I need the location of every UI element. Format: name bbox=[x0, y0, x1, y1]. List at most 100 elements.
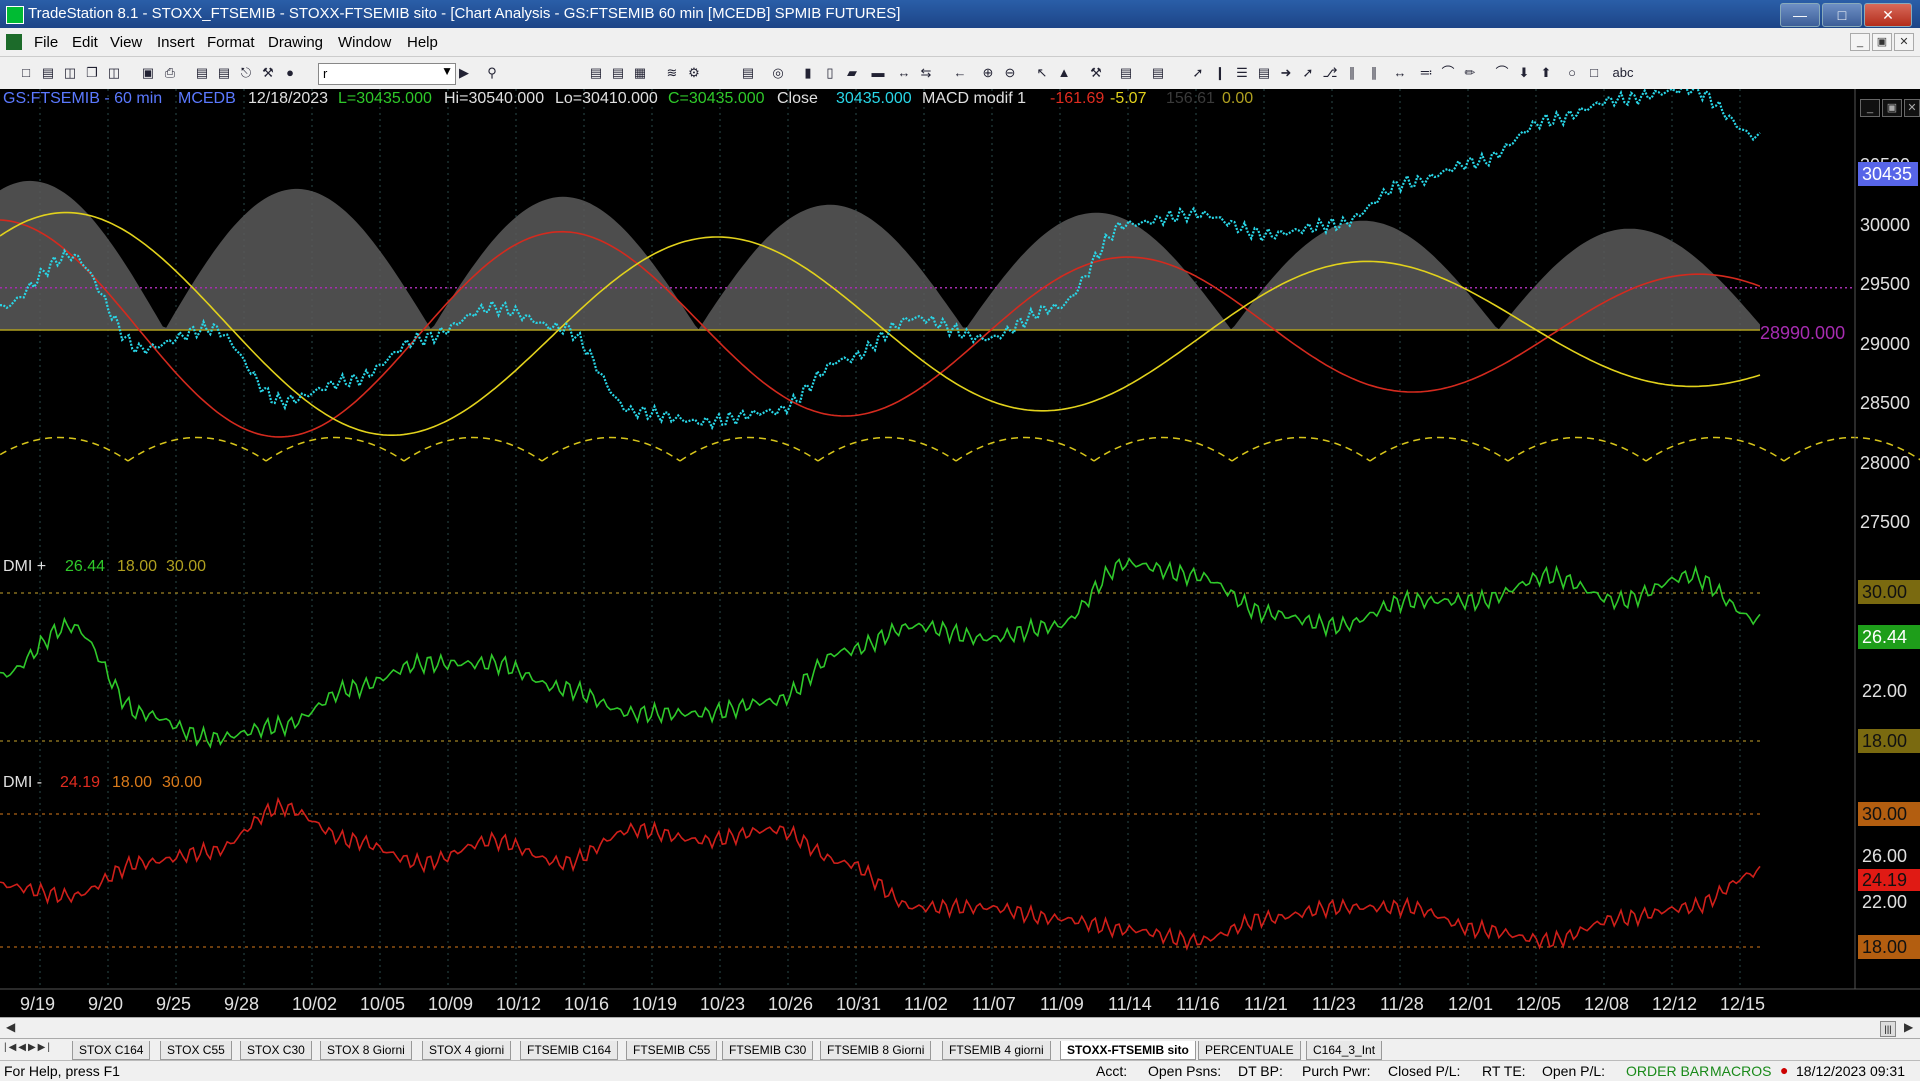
chart-style-icon[interactable]: ▤ bbox=[588, 65, 604, 81]
maximize-button[interactable]: □ bbox=[1822, 3, 1862, 27]
curve-icon[interactable]: ⌒ bbox=[1494, 65, 1510, 81]
menu-edit[interactable]: Edit bbox=[72, 34, 98, 51]
tab-percentuale[interactable]: PERCENTUALE bbox=[1198, 1041, 1301, 1060]
scroll-thumb[interactable]: ||| bbox=[1880, 1021, 1896, 1037]
copy-icon[interactable]: ❐ bbox=[84, 65, 100, 81]
vertical-lines-icon[interactable]: ❙ bbox=[1212, 65, 1228, 81]
tab-ftsemib-8-giorni[interactable]: FTSEMIB 8 Giorni bbox=[820, 1041, 932, 1060]
candle-icon[interactable]: ▯ bbox=[822, 65, 838, 81]
window-icon[interactable]: ▤ bbox=[194, 65, 210, 81]
format-window-icon[interactable]: ▤ bbox=[740, 65, 756, 81]
chevron-down-icon[interactable]: ▼ bbox=[441, 64, 453, 78]
new-icon[interactable]: □ bbox=[18, 65, 34, 81]
tab-nav-arrows-icon[interactable]: |◀◀▶▶| bbox=[4, 1042, 52, 1053]
chart-style-3-icon[interactable]: ▦ bbox=[632, 65, 648, 81]
menu-view[interactable]: View bbox=[110, 34, 142, 51]
menu-insert[interactable]: Insert bbox=[157, 34, 195, 51]
bar-spacing-icon[interactable]: ↔ bbox=[896, 65, 912, 81]
data-tip-icon[interactable]: ▲ bbox=[1056, 65, 1072, 81]
doc-close-button[interactable]: ✕ bbox=[1894, 33, 1914, 51]
date-tick-label: 9/20 bbox=[88, 994, 124, 1014]
lock-grid-icon[interactable]: ▤ bbox=[1150, 65, 1166, 81]
tab-stoxx-ftsemib-sito[interactable]: STOXX-FTSEMIB sito bbox=[1060, 1041, 1196, 1060]
date-tick-label: 10/09 bbox=[428, 994, 474, 1014]
pencil-icon[interactable]: ✏ bbox=[1462, 65, 1478, 81]
trendline-icon[interactable]: ➚ bbox=[1190, 65, 1206, 81]
macros-button[interactable]: MACROS bbox=[1710, 1063, 1771, 1079]
ohlc-icon[interactable]: ▰ bbox=[844, 65, 860, 81]
chart-minimize-button[interactable]: _ bbox=[1860, 99, 1880, 117]
chart-style-2-icon[interactable]: ▤ bbox=[610, 65, 626, 81]
new-workspace-icon[interactable]: ▤ bbox=[40, 65, 56, 81]
wrench-icon[interactable]: ⚒ bbox=[260, 65, 276, 81]
chart-restore-button[interactable]: ▣ bbox=[1882, 99, 1902, 117]
tab-c164-3-int[interactable]: C164_3_Int bbox=[1306, 1041, 1383, 1060]
tab-ftsemib-4-giorni[interactable]: FTSEMIB 4 giorni bbox=[942, 1041, 1051, 1060]
chart-window-icon[interactable] bbox=[6, 34, 22, 50]
indicator-icon[interactable]: ≋ bbox=[664, 65, 680, 81]
export-icon[interactable]: ▤ bbox=[1118, 65, 1134, 81]
symbol-combo[interactable]: r ▼ bbox=[318, 63, 456, 85]
horizontal-scrollbar[interactable]: ◀ ||| ▶ bbox=[0, 1017, 1920, 1039]
save-icon[interactable]: ▣ bbox=[140, 65, 156, 81]
menu-drawing[interactable]: Drawing bbox=[268, 34, 323, 51]
chart-close-button[interactable]: ✕ bbox=[1904, 99, 1920, 117]
tab-stox-4-giorni[interactable]: STOX 4 giorni bbox=[422, 1041, 512, 1060]
order-bar-button[interactable]: ORDER BAR bbox=[1626, 1063, 1709, 1079]
tab-stox-c164[interactable]: STOX C164 bbox=[72, 1041, 151, 1060]
menu-help[interactable]: Help bbox=[407, 34, 438, 51]
arrow-up-icon[interactable]: ⬆ bbox=[1538, 65, 1554, 81]
menu-format[interactable]: Format bbox=[207, 34, 255, 51]
fibonacci-icon[interactable]: ▤ bbox=[1256, 65, 1272, 81]
ellipse-icon[interactable]: ○ bbox=[1564, 65, 1580, 81]
line-icon[interactable]: ▬ bbox=[870, 65, 886, 81]
tab-ftsemib-c30[interactable]: FTSEMIB C30 bbox=[722, 1041, 814, 1060]
tools-icon[interactable]: ⚒ bbox=[1088, 65, 1104, 81]
bar-spacing-2-icon[interactable]: ⇆ bbox=[918, 65, 934, 81]
study-value-2: -5.07 bbox=[1110, 90, 1147, 107]
chart-close: C=30435.000 bbox=[668, 90, 765, 107]
scroll-right-icon[interactable]: ▶ bbox=[1904, 1020, 1913, 1034]
menu-file[interactable]: File bbox=[34, 34, 58, 51]
tab-ftsemib-c55[interactable]: FTSEMIB C55 bbox=[626, 1041, 718, 1060]
pointer-icon[interactable]: ↖ bbox=[1034, 65, 1050, 81]
zoom-in-icon[interactable]: ⊕ bbox=[980, 65, 996, 81]
open-icon[interactable]: ◫ bbox=[62, 65, 78, 81]
tab-ftsemib-c164[interactable]: FTSEMIB C164 bbox=[520, 1041, 619, 1060]
parallel-lines-2-icon[interactable]: ≕ bbox=[1418, 65, 1434, 81]
play-arrow-icon[interactable]: ▶ bbox=[456, 65, 472, 81]
lock-icon[interactable]: ⎋ bbox=[238, 65, 254, 81]
menu-window[interactable]: Window bbox=[338, 34, 391, 51]
chart-analysis-window[interactable]: GS:FTSEMIB - 60 min MCEDB 12/18/2023 L=3… bbox=[0, 89, 1920, 1028]
globe-icon[interactable]: ● bbox=[282, 65, 298, 81]
speed-lines-icon[interactable]: ➜ bbox=[1278, 65, 1294, 81]
zoom-out-icon[interactable]: ⊖ bbox=[1002, 65, 1018, 81]
tradestation-app-icon[interactable] bbox=[6, 6, 24, 24]
horizontal-lines-icon[interactable]: ☰ bbox=[1234, 65, 1250, 81]
arc-icon[interactable]: ⌒ bbox=[1440, 65, 1456, 81]
radar-icon[interactable]: ◎ bbox=[770, 65, 786, 81]
doc-minimize-button[interactable]: _ bbox=[1850, 33, 1870, 51]
window-alt-icon[interactable]: ▤ bbox=[216, 65, 232, 81]
close-button[interactable]: ✕ bbox=[1864, 3, 1912, 27]
strategy-icon[interactable]: ⚙ bbox=[686, 65, 702, 81]
print-icon[interactable]: ⎙ bbox=[162, 65, 178, 81]
gann-fan-icon[interactable]: ➚ bbox=[1300, 65, 1316, 81]
tab-stox-8-giorni[interactable]: STOX 8 Giorni bbox=[320, 1041, 412, 1060]
scroll-left-icon[interactable]: ◀ bbox=[6, 1020, 15, 1034]
search-icon[interactable]: ⚲ bbox=[484, 65, 500, 81]
regression-channel-icon[interactable]: ∥ bbox=[1344, 65, 1360, 81]
arrows-h-icon[interactable]: ↔ bbox=[1392, 65, 1408, 81]
andrews-pitchfork-icon[interactable]: ⎇ bbox=[1322, 65, 1338, 81]
bar-chart-icon[interactable]: ▮ bbox=[800, 65, 816, 81]
tab-stox-c30[interactable]: STOX C30 bbox=[240, 1041, 312, 1060]
minimize-button[interactable]: — bbox=[1780, 3, 1820, 27]
arrow-down-icon[interactable]: ⬇ bbox=[1516, 65, 1532, 81]
text-icon[interactable]: abc bbox=[1612, 65, 1634, 81]
rectangle-icon[interactable]: □ bbox=[1586, 65, 1602, 81]
bar-spacing-3-icon[interactable]: ← bbox=[952, 65, 968, 81]
parallel-lines-icon[interactable]: ∥ bbox=[1366, 65, 1382, 81]
tab-stox-c55[interactable]: STOX C55 bbox=[160, 1041, 232, 1060]
folder-icon[interactable]: ◫ bbox=[106, 65, 122, 81]
doc-restore-button[interactable]: ▣ bbox=[1872, 33, 1892, 51]
